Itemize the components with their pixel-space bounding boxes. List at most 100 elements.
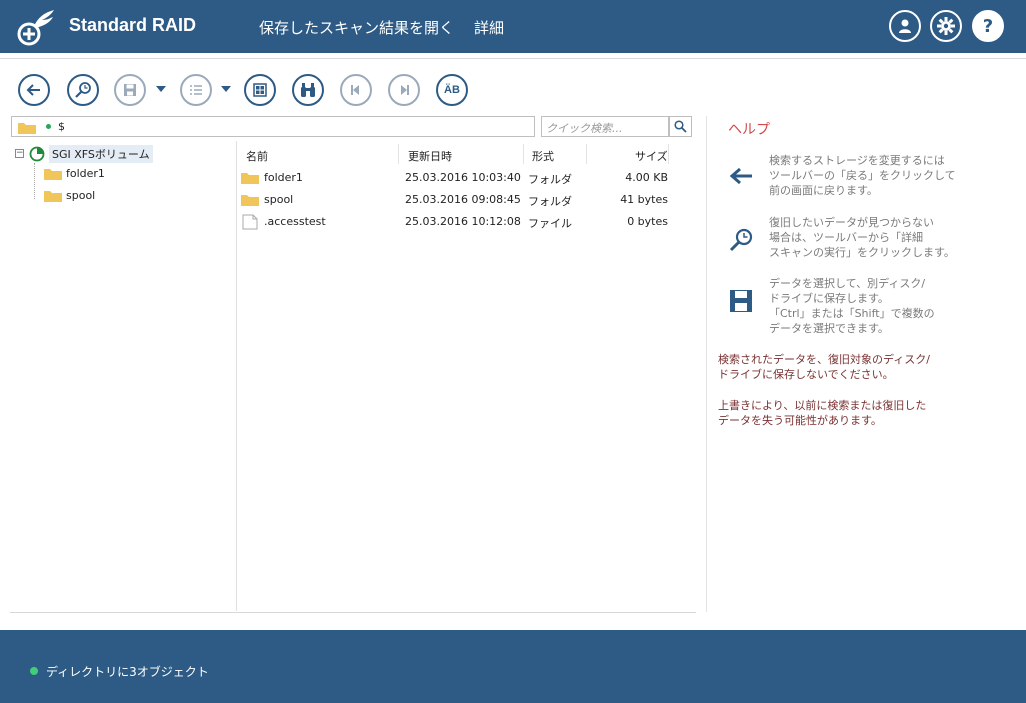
folder-icon bbox=[44, 191, 62, 202]
list-view-icon bbox=[190, 85, 202, 95]
settings-button[interactable] bbox=[930, 10, 962, 42]
column-separator bbox=[398, 144, 399, 164]
panel-divider bbox=[706, 116, 707, 612]
column-header-modified[interactable]: 更新日時 bbox=[408, 148, 452, 164]
file-type: ファイル bbox=[528, 217, 572, 230]
file-type: フォルダ bbox=[528, 173, 572, 186]
help-button[interactable]: ? bbox=[972, 10, 1004, 42]
tree-item-spool[interactable]: spool bbox=[44, 189, 95, 202]
help-text-line: 前の画面に戻ります。 bbox=[769, 184, 878, 197]
help-warning: 検索されたデータを、復旧対象のディスク/ ドライブに保存しないでください。 bbox=[718, 352, 958, 382]
save-dropdown-arrow[interactable] bbox=[156, 86, 166, 92]
folder-icon bbox=[241, 195, 259, 206]
file-type: フォルダ bbox=[528, 195, 572, 208]
help-text-line: 検索するストレージを変更するには bbox=[769, 154, 945, 167]
find-button[interactable] bbox=[292, 74, 324, 106]
help-text-line: 場合は、ツールバーから「詳細 bbox=[769, 231, 923, 244]
column-header-size[interactable]: サイズ bbox=[635, 148, 668, 164]
back-arrow-icon bbox=[729, 167, 752, 185]
help-title: ヘルプ bbox=[728, 122, 770, 138]
app-title: Standard RAID bbox=[69, 15, 197, 35]
status-text: ディレクトリに3オブジェクト bbox=[46, 665, 209, 679]
view-dropdown-arrow[interactable] bbox=[221, 86, 231, 92]
folder-icon bbox=[44, 169, 62, 180]
tree-root-label: SGI XFSボリューム bbox=[49, 145, 153, 163]
tree-item-label: spool bbox=[66, 189, 96, 202]
file-date: 25.03.2016 09:08:45 bbox=[405, 193, 521, 206]
file-size: 41 bytes bbox=[620, 193, 668, 206]
file-name: .accesstest bbox=[264, 215, 326, 228]
file-list: 名前 更新日時 形式 サイズ folder1 25.03.2016 10:03:… bbox=[238, 141, 696, 611]
magnify-icon bbox=[75, 82, 91, 98]
folder-icon bbox=[18, 123, 36, 134]
magnify-icon bbox=[729, 228, 753, 252]
file-date: 25.03.2016 10:12:08 bbox=[405, 215, 521, 228]
tree-item-folder1[interactable]: folder1 bbox=[44, 167, 105, 180]
previous-icon bbox=[351, 85, 359, 95]
path-text: $ bbox=[58, 120, 65, 133]
folder-tree bbox=[0, 141, 237, 611]
status-dot bbox=[30, 667, 38, 675]
path-bar[interactable]: $ bbox=[11, 116, 535, 137]
save-button[interactable] bbox=[114, 74, 146, 106]
tree-item-root[interactable]: SGI XFSボリューム bbox=[29, 145, 153, 163]
table-row[interactable]: folder1 25.03.2016 10:03:40 フォルダ 4.00 KB bbox=[238, 167, 678, 189]
warning-line: 検索されたデータを、復旧対象のディスク/ bbox=[718, 353, 930, 366]
table-row[interactable]: .accesstest 25.03.2016 10:12:08 ファイル 0 b… bbox=[238, 211, 678, 233]
column-header-type[interactable]: 形式 bbox=[532, 148, 554, 164]
next-icon bbox=[401, 85, 409, 95]
header-divider bbox=[0, 58, 1026, 59]
question-icon: ? bbox=[982, 15, 994, 37]
table-row[interactable]: spool 25.03.2016 09:08:45 フォルダ 41 bytes bbox=[238, 189, 678, 211]
tree-item-label: folder1 bbox=[66, 167, 105, 180]
tree-connector bbox=[34, 163, 35, 199]
menu-advanced[interactable]: 詳細 bbox=[474, 17, 504, 38]
save-icon bbox=[730, 290, 752, 312]
help-text-line: データを選択できます。 bbox=[769, 322, 889, 335]
status-bar: ディレクトリに3オブジェクト bbox=[0, 630, 1026, 703]
help-text-line: ドライブに保存します。 bbox=[769, 292, 889, 305]
preview-button[interactable] bbox=[244, 74, 276, 106]
file-size: 4.00 KB bbox=[625, 171, 668, 184]
tree-collapse-toggle[interactable]: − bbox=[15, 149, 24, 158]
gear-icon bbox=[937, 17, 955, 35]
binoculars-icon bbox=[301, 83, 315, 97]
previous-button[interactable] bbox=[340, 74, 372, 106]
text-encoding-icon: ÄB bbox=[444, 84, 460, 96]
column-separator bbox=[668, 144, 669, 164]
file-date: 25.03.2016 10:03:40 bbox=[405, 171, 521, 184]
warning-line: 上書きにより、以前に検索または復旧した bbox=[718, 399, 927, 412]
account-button[interactable] bbox=[889, 10, 921, 42]
help-warning: 上書きにより、以前に検索または復旧した データを失う可能性があります。 bbox=[718, 398, 958, 428]
encoding-button[interactable]: ÄB bbox=[436, 74, 468, 106]
next-button[interactable] bbox=[388, 74, 420, 106]
column-header-name[interactable]: 名前 bbox=[246, 148, 268, 164]
help-text-line: ツールバーの「戻る」をクリックして bbox=[769, 169, 956, 182]
back-button[interactable] bbox=[18, 74, 50, 106]
help-text-line: 復旧したいデータが見つからない bbox=[769, 216, 934, 229]
column-separator bbox=[523, 144, 524, 164]
deep-scan-button[interactable] bbox=[67, 74, 99, 106]
menu-open-saved-scan[interactable]: 保存したスキャン結果を開く bbox=[259, 17, 454, 38]
column-separator bbox=[586, 144, 587, 164]
quick-search-input[interactable]: クイック検索... bbox=[541, 116, 669, 137]
volume-icon bbox=[29, 146, 45, 162]
help-text-line: データを選択して、別ディスク/ bbox=[769, 277, 926, 290]
file-size: 0 bytes bbox=[627, 215, 668, 228]
save-icon bbox=[124, 84, 136, 96]
view-mode-button[interactable] bbox=[180, 74, 212, 106]
search-icon bbox=[674, 120, 687, 133]
grid-preview-icon bbox=[253, 83, 267, 97]
warning-line: データを失う可能性があります。 bbox=[718, 414, 882, 427]
file-icon bbox=[242, 214, 258, 230]
path-status-dot bbox=[46, 124, 51, 129]
file-name: folder1 bbox=[264, 171, 303, 184]
user-icon bbox=[899, 19, 911, 33]
help-text-line: 「Ctrl」または「Shift」で複数の bbox=[769, 307, 935, 320]
top-bar: Standard RAID 保存したスキャン結果を開く 詳細 ? bbox=[0, 0, 1026, 53]
list-bottom-divider bbox=[10, 612, 696, 613]
file-name: spool bbox=[264, 193, 294, 206]
help-text-line: スキャンの実行」をクリックします。 bbox=[769, 246, 955, 259]
quick-search-button[interactable] bbox=[669, 116, 692, 137]
back-arrow-icon bbox=[26, 84, 40, 96]
